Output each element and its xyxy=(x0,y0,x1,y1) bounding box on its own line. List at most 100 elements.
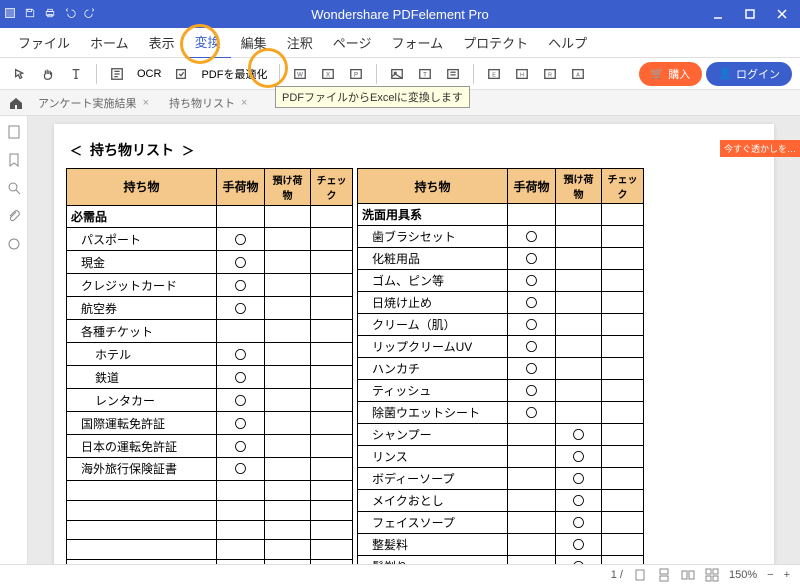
table-row: クリーム（肌）〇 xyxy=(358,314,644,336)
convert-text-icon[interactable]: T xyxy=(413,62,437,86)
optimize-icon[interactable] xyxy=(169,62,193,86)
chevron-right-icon: ＞ xyxy=(182,142,194,159)
convert-html-icon[interactable]: H xyxy=(510,62,534,86)
view-facing-cont-icon[interactable] xyxy=(705,568,719,582)
separator xyxy=(279,64,280,84)
svg-text:W: W xyxy=(298,71,304,78)
close-icon[interactable]: × xyxy=(143,97,149,109)
table-row: シャンプー〇 xyxy=(358,424,644,446)
menu-edit[interactable]: 編集 xyxy=(231,27,277,58)
table-row: ゴム、ピン等〇 xyxy=(358,270,644,292)
th-item: 持ち物 xyxy=(358,169,508,204)
table-row: 化粧用品〇 xyxy=(358,248,644,270)
th-done: チェック xyxy=(602,169,644,204)
menubar: ファイル ホーム 表示 変換 編集 注釈 ページ フォーム プロテクト ヘルプ xyxy=(0,28,800,58)
table-row: 各種チケット xyxy=(67,320,353,343)
th-item: 持ち物 xyxy=(67,169,217,206)
hand-tool[interactable] xyxy=(36,62,60,86)
thumbnails-icon[interactable] xyxy=(6,124,22,140)
attachments-icon[interactable] xyxy=(6,208,22,224)
tab-packing[interactable]: 持ち物リスト× xyxy=(163,95,253,111)
table-row: ティッシュ〇 xyxy=(358,380,644,402)
buy-button[interactable]: 🛒購入 xyxy=(639,62,703,86)
text-select-tool[interactable] xyxy=(64,62,88,86)
menu-form[interactable]: フォーム xyxy=(381,27,453,58)
maximize-button[interactable] xyxy=(736,4,764,24)
svg-text:E: E xyxy=(493,72,497,78)
zoom-out-button[interactable]: − xyxy=(767,569,773,581)
search-icon[interactable] xyxy=(6,180,22,196)
menu-file[interactable]: ファイル xyxy=(8,27,80,58)
table-row: 日焼け止め〇 xyxy=(358,292,644,314)
convert-epub-icon[interactable]: E xyxy=(482,62,506,86)
login-button[interactable]: 👤ログイン xyxy=(706,62,792,86)
statusbar: 1 / 150% − + xyxy=(0,564,800,584)
menu-home[interactable]: ホーム xyxy=(80,27,139,58)
table-row: ボディーソープ〇 xyxy=(358,468,644,490)
chevron-left-icon: ＜ xyxy=(70,142,82,159)
table-row: 髭剃り〇 xyxy=(358,556,644,565)
sidebar xyxy=(0,116,28,564)
menu-view[interactable]: 表示 xyxy=(139,27,185,58)
zoom-in-button[interactable]: + xyxy=(784,569,790,581)
page: ＜ 持ち物リスト ＞ 持ち物手荷物預け荷物チェック 必需品 パスポート〇 現金〇… xyxy=(54,124,774,564)
menu-convert[interactable]: 変換 xyxy=(185,26,231,59)
table-row: 海外旅行保険証書〇 xyxy=(67,458,353,481)
convert-ppt-icon[interactable]: P xyxy=(344,62,368,86)
svg-text:R: R xyxy=(549,72,553,78)
view-facing-icon[interactable] xyxy=(681,568,695,582)
undo-icon[interactable] xyxy=(64,7,76,22)
close-icon[interactable]: × xyxy=(241,97,247,109)
table-row: リップクリームUV〇 xyxy=(358,336,644,358)
close-button[interactable] xyxy=(768,4,796,24)
watermark-tag[interactable]: 今すぐ透かしを… xyxy=(720,140,800,157)
redo-icon[interactable] xyxy=(84,7,96,22)
packing-table-right: 持ち物手荷物預け荷物チェック 洗面用具系 歯ブラシセット〇 化粧用品〇 ゴム、ピ… xyxy=(357,168,644,564)
table-row: 現金〇 xyxy=(67,251,353,274)
app-title: Wondershare PDFelement Pro xyxy=(96,7,704,22)
menu-protect[interactable]: プロテクト xyxy=(453,27,538,58)
convert-excel-icon[interactable]: X xyxy=(316,62,340,86)
separator xyxy=(376,64,377,84)
app-icon xyxy=(4,7,16,22)
table-row xyxy=(67,480,353,500)
select-tool[interactable] xyxy=(8,62,32,86)
menu-page[interactable]: ページ xyxy=(323,27,382,58)
convert-rtf-icon[interactable]: R xyxy=(538,62,562,86)
table-row: 航空券〇 xyxy=(67,297,353,320)
zoom-level[interactable]: 150% xyxy=(729,569,757,581)
convert-word-icon[interactable]: W xyxy=(288,62,312,86)
separator xyxy=(96,64,97,84)
view-single-icon[interactable] xyxy=(633,568,647,582)
packing-table-left: 持ち物手荷物預け荷物チェック 必需品 パスポート〇 現金〇 クレジットカード〇 … xyxy=(66,168,353,564)
menu-help[interactable]: ヘルプ xyxy=(538,27,597,58)
print-icon[interactable] xyxy=(44,7,56,22)
page-number[interactable]: 1 / xyxy=(611,569,623,581)
convert-pdfa-icon[interactable]: A xyxy=(566,62,590,86)
convert-image-icon[interactable] xyxy=(385,62,409,86)
table-row: 国際運転免許証〇 xyxy=(67,412,353,435)
ocr-button[interactable]: OCR xyxy=(133,68,165,80)
save-icon[interactable] xyxy=(24,7,36,22)
optimize-button[interactable]: PDFを最適化 xyxy=(197,66,271,82)
menu-comment[interactable]: 注釈 xyxy=(277,27,323,58)
view-continuous-icon[interactable] xyxy=(657,568,671,582)
table-row: 除菌ウエットシート〇 xyxy=(358,402,644,424)
table-row: 必需品 xyxy=(67,205,353,228)
convert-other-icon[interactable] xyxy=(441,62,465,86)
table-row xyxy=(67,560,353,564)
home-icon[interactable] xyxy=(8,95,24,111)
svg-text:H: H xyxy=(521,72,525,78)
table-row: 洗面用具系 xyxy=(358,204,644,226)
table-row xyxy=(67,520,353,540)
table-row: ハンカチ〇 xyxy=(358,358,644,380)
bookmarks-icon[interactable] xyxy=(6,152,22,168)
table-row: パスポート〇 xyxy=(67,228,353,251)
comments-icon[interactable] xyxy=(6,236,22,252)
table-row: メイクおとし〇 xyxy=(358,490,644,512)
ocr-icon[interactable] xyxy=(105,62,129,86)
svg-text:P: P xyxy=(354,71,358,78)
document-viewport[interactable]: ＜ 持ち物リスト ＞ 持ち物手荷物預け荷物チェック 必需品 パスポート〇 現金〇… xyxy=(28,116,800,564)
tab-survey[interactable]: アンケート実施結果× xyxy=(32,95,155,111)
minimize-button[interactable] xyxy=(704,4,732,24)
